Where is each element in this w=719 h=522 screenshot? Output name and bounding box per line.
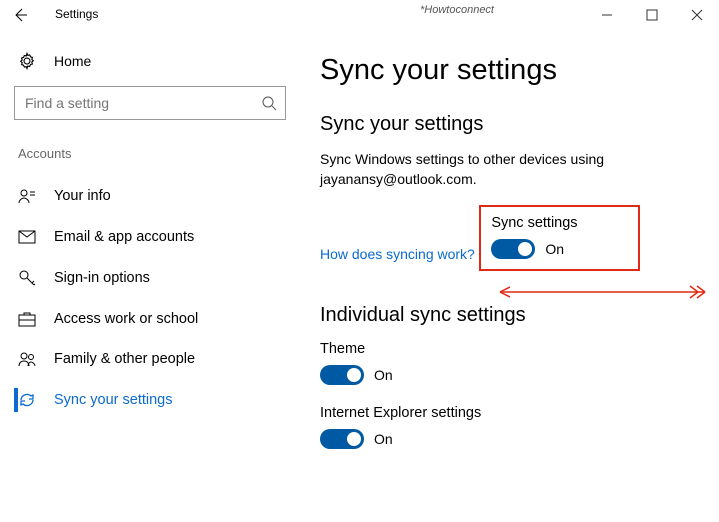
- section-label: Accounts: [14, 146, 286, 161]
- maximize-button[interactable]: [629, 0, 674, 30]
- search-icon: [261, 95, 277, 111]
- close-button[interactable]: [674, 0, 719, 30]
- highlight-annotation: Sync settings On: [479, 205, 639, 271]
- sidebar-item-label: Your info: [54, 188, 111, 204]
- title-bar: Settings *Howtoconnect: [0, 0, 719, 30]
- sidebar-item-signin-options[interactable]: Sign-in options: [14, 257, 286, 299]
- toggle-knob: [347, 368, 361, 382]
- key-icon: [18, 269, 36, 287]
- theme-state: On: [374, 367, 393, 383]
- arrow-left-icon: [12, 7, 28, 23]
- toggle-knob: [518, 242, 532, 256]
- window-controls: [584, 0, 719, 30]
- theme-toggle[interactable]: [320, 365, 364, 385]
- sync-settings-state: On: [545, 241, 564, 257]
- gear-icon: [18, 52, 36, 70]
- syncing-help-link[interactable]: How does syncing work?: [320, 246, 475, 262]
- sidebar-item-label: Sign-in options: [54, 270, 150, 286]
- sidebar-item-sync-settings[interactable]: Sync your settings: [14, 379, 286, 421]
- sidebar-item-family[interactable]: Family & other people: [14, 339, 286, 379]
- sidebar: Home Accounts Your info Email & app acco…: [0, 30, 300, 522]
- mail-icon: [18, 230, 36, 244]
- search-box[interactable]: [14, 86, 286, 120]
- sync-icon: [18, 391, 36, 409]
- individual-heading: Individual sync settings: [320, 304, 709, 327]
- ie-toggle[interactable]: [320, 429, 364, 449]
- back-button[interactable]: [0, 0, 40, 30]
- minimize-button[interactable]: [584, 0, 629, 30]
- people-icon: [18, 351, 36, 367]
- sync-settings-label: Sync settings: [491, 215, 577, 231]
- close-icon: [691, 9, 703, 21]
- ie-label: Internet Explorer settings: [320, 405, 709, 421]
- section-subheading: Sync your settings: [320, 113, 709, 136]
- active-indicator: [14, 388, 18, 412]
- maximize-icon: [646, 9, 658, 21]
- watermark-text: *Howtoconnect: [420, 4, 494, 16]
- sidebar-item-label: Family & other people: [54, 351, 195, 367]
- sidebar-item-label: Access work or school: [54, 311, 198, 327]
- ie-state: On: [374, 431, 393, 447]
- sidebar-item-access-work[interactable]: Access work or school: [14, 299, 286, 339]
- sidebar-item-email-accounts[interactable]: Email & app accounts: [14, 217, 286, 257]
- home-label: Home: [54, 53, 91, 69]
- arrow-annotation: [490, 280, 710, 304]
- sidebar-item-label: Sync your settings: [54, 392, 172, 408]
- toggle-knob: [347, 432, 361, 446]
- sidebar-item-label: Email & app accounts: [54, 229, 194, 245]
- minimize-icon: [601, 9, 613, 21]
- description-text: Sync Windows settings to other devices u…: [320, 150, 650, 189]
- sync-settings-toggle[interactable]: [491, 239, 535, 259]
- briefcase-icon: [18, 311, 36, 327]
- page-heading: Sync your settings: [320, 54, 709, 87]
- home-button[interactable]: Home: [14, 46, 286, 86]
- main-panel: Sync your settings Sync your settings Sy…: [300, 30, 719, 522]
- person-icon: [18, 187, 36, 205]
- sidebar-item-your-info[interactable]: Your info: [14, 175, 286, 217]
- window-title: Settings: [55, 7, 98, 21]
- search-input[interactable]: [23, 94, 261, 112]
- theme-label: Theme: [320, 341, 709, 357]
